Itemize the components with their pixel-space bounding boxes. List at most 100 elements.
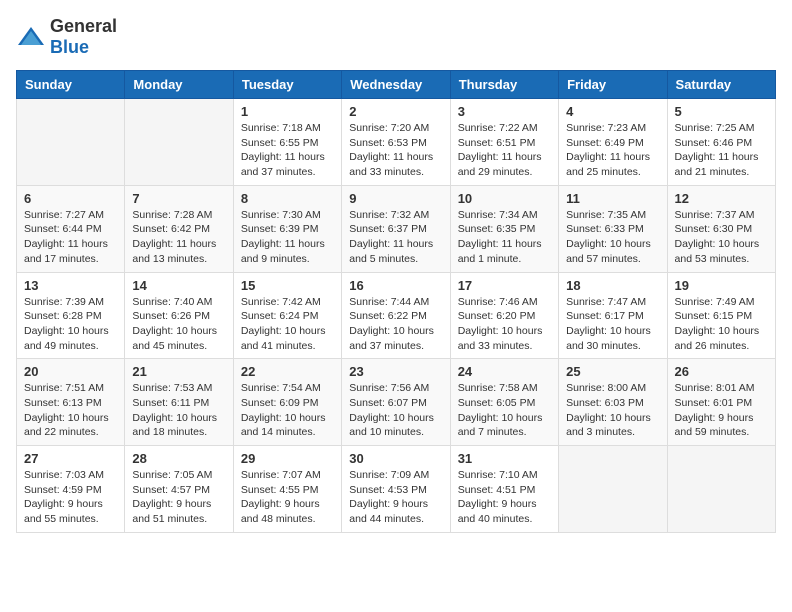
day-number: 25 (566, 364, 659, 379)
calendar-cell (17, 99, 125, 186)
day-info: Sunrise: 7:51 AM Sunset: 6:13 PM Dayligh… (24, 381, 117, 440)
calendar-cell: 11 Sunrise: 7:35 AM Sunset: 6:33 PM Dayli… (559, 185, 667, 272)
day-info: Sunrise: 7:23 AM Sunset: 6:49 PM Dayligh… (566, 121, 659, 180)
day-info: Sunrise: 7:32 AM Sunset: 6:37 PM Dayligh… (349, 208, 442, 267)
calendar-cell: 2 Sunrise: 7:20 AM Sunset: 6:53 PM Daylig… (342, 99, 450, 186)
calendar-week-1: 1 Sunrise: 7:18 AM Sunset: 6:55 PM Daylig… (17, 99, 776, 186)
day-info: Sunrise: 7:37 AM Sunset: 6:30 PM Dayligh… (675, 208, 768, 267)
calendar-cell: 5Sunrise: 7:25 AM Sunset: 6:46 PM Daylig… (667, 99, 775, 186)
day-number: 19 (675, 278, 768, 293)
day-info: Sunrise: 7:07 AM Sunset: 4:55 PM Dayligh… (241, 468, 334, 527)
calendar-week-3: 13 Sunrise: 7:39 AM Sunset: 6:28 PM Dayli… (17, 272, 776, 359)
calendar-cell: 14 Sunrise: 7:40 AM Sunset: 6:26 PM Dayli… (125, 272, 233, 359)
calendar-cell: 7 Sunrise: 7:28 AM Sunset: 6:42 PM Daylig… (125, 185, 233, 272)
day-info: Sunrise: 7:34 AM Sunset: 6:35 PM Dayligh… (458, 208, 551, 267)
calendar-cell (125, 99, 233, 186)
day-number: 10 (458, 191, 551, 206)
weekday-header-monday: Monday (125, 71, 233, 99)
calendar-cell: 27Sunrise: 7:03 AM Sunset: 4:59 PM Dayli… (17, 446, 125, 533)
calendar-cell: 23Sunrise: 7:56 AM Sunset: 6:07 PM Dayli… (342, 359, 450, 446)
weekday-header-tuesday: Tuesday (233, 71, 341, 99)
day-info: Sunrise: 7:53 AM Sunset: 6:11 PM Dayligh… (132, 381, 225, 440)
logo-text: General Blue (50, 16, 117, 58)
day-info: Sunrise: 7:30 AM Sunset: 6:39 PM Dayligh… (241, 208, 334, 267)
day-number: 18 (566, 278, 659, 293)
calendar-week-2: 6Sunrise: 7:27 AM Sunset: 6:44 PM Daylig… (17, 185, 776, 272)
day-number: 9 (349, 191, 442, 206)
day-info: Sunrise: 7:58 AM Sunset: 6:05 PM Dayligh… (458, 381, 551, 440)
calendar-cell: 15Sunrise: 7:42 AM Sunset: 6:24 PM Dayli… (233, 272, 341, 359)
day-number: 24 (458, 364, 551, 379)
calendar-cell: 18 Sunrise: 7:47 AM Sunset: 6:17 PM Dayli… (559, 272, 667, 359)
weekday-header-saturday: Saturday (667, 71, 775, 99)
day-info: Sunrise: 8:01 AM Sunset: 6:01 PM Dayligh… (675, 381, 768, 440)
calendar-cell: 4Sunrise: 7:23 AM Sunset: 6:49 PM Daylig… (559, 99, 667, 186)
day-number: 7 (132, 191, 225, 206)
day-number: 27 (24, 451, 117, 466)
day-number: 22 (241, 364, 334, 379)
day-number: 14 (132, 278, 225, 293)
header: General Blue (16, 16, 776, 58)
day-info: Sunrise: 7:18 AM Sunset: 6:55 PM Dayligh… (241, 121, 334, 180)
day-number: 31 (458, 451, 551, 466)
day-info: Sunrise: 7:22 AM Sunset: 6:51 PM Dayligh… (458, 121, 551, 180)
day-number: 11 (566, 191, 659, 206)
calendar-cell: 30Sunrise: 7:09 AM Sunset: 4:53 PM Dayli… (342, 446, 450, 533)
calendar-week-4: 20 Sunrise: 7:51 AM Sunset: 6:13 PM Dayli… (17, 359, 776, 446)
calendar: SundayMondayTuesdayWednesdayThursdayFrid… (16, 70, 776, 533)
day-number: 12 (675, 191, 768, 206)
calendar-cell (667, 446, 775, 533)
logo-blue: Blue (50, 37, 89, 57)
day-info: Sunrise: 7:35 AM Sunset: 6:33 PM Dayligh… (566, 208, 659, 267)
day-info: Sunrise: 7:44 AM Sunset: 6:22 PM Dayligh… (349, 295, 442, 354)
day-number: 20 (24, 364, 117, 379)
calendar-cell: 1 Sunrise: 7:18 AM Sunset: 6:55 PM Daylig… (233, 99, 341, 186)
calendar-cell: 10 Sunrise: 7:34 AM Sunset: 6:35 PM Dayli… (450, 185, 558, 272)
calendar-cell: 6Sunrise: 7:27 AM Sunset: 6:44 PM Daylig… (17, 185, 125, 272)
weekday-header-thursday: Thursday (450, 71, 558, 99)
calendar-cell: 9 Sunrise: 7:32 AM Sunset: 6:37 PM Daylig… (342, 185, 450, 272)
day-info: Sunrise: 7:39 AM Sunset: 6:28 PM Dayligh… (24, 295, 117, 354)
day-info: Sunrise: 7:42 AM Sunset: 6:24 PM Dayligh… (241, 295, 334, 354)
day-number: 13 (24, 278, 117, 293)
day-info: Sunrise: 7:28 AM Sunset: 6:42 PM Dayligh… (132, 208, 225, 267)
day-info: Sunrise: 7:40 AM Sunset: 6:26 PM Dayligh… (132, 295, 225, 354)
day-number: 23 (349, 364, 442, 379)
day-number: 5 (675, 104, 768, 119)
day-number: 17 (458, 278, 551, 293)
calendar-cell: 25 Sunrise: 8:00 AM Sunset: 6:03 PM Dayli… (559, 359, 667, 446)
calendar-cell: 21 Sunrise: 7:53 AM Sunset: 6:11 PM Dayli… (125, 359, 233, 446)
day-number: 29 (241, 451, 334, 466)
day-info: Sunrise: 8:00 AM Sunset: 6:03 PM Dayligh… (566, 381, 659, 440)
day-number: 21 (132, 364, 225, 379)
calendar-cell: 19 Sunrise: 7:49 AM Sunset: 6:15 PM Dayli… (667, 272, 775, 359)
calendar-header-row: SundayMondayTuesdayWednesdayThursdayFrid… (17, 71, 776, 99)
weekday-header-friday: Friday (559, 71, 667, 99)
calendar-cell: 17 Sunrise: 7:46 AM Sunset: 6:20 PM Dayli… (450, 272, 558, 359)
calendar-cell: 29 Sunrise: 7:07 AM Sunset: 4:55 PM Dayli… (233, 446, 341, 533)
calendar-cell: 3 Sunrise: 7:22 AM Sunset: 6:51 PM Daylig… (450, 99, 558, 186)
calendar-week-5: 27Sunrise: 7:03 AM Sunset: 4:59 PM Dayli… (17, 446, 776, 533)
weekday-header-wednesday: Wednesday (342, 71, 450, 99)
calendar-cell: 13 Sunrise: 7:39 AM Sunset: 6:28 PM Dayli… (17, 272, 125, 359)
day-info: Sunrise: 7:47 AM Sunset: 6:17 PM Dayligh… (566, 295, 659, 354)
day-info: Sunrise: 7:20 AM Sunset: 6:53 PM Dayligh… (349, 121, 442, 180)
calendar-cell (559, 446, 667, 533)
day-number: 2 (349, 104, 442, 119)
day-number: 3 (458, 104, 551, 119)
logo-icon (16, 25, 46, 49)
calendar-cell: 16 Sunrise: 7:44 AM Sunset: 6:22 PM Dayli… (342, 272, 450, 359)
logo: General Blue (16, 16, 117, 58)
calendar-cell: 20 Sunrise: 7:51 AM Sunset: 6:13 PM Dayli… (17, 359, 125, 446)
calendar-cell: 26Sunrise: 8:01 AM Sunset: 6:01 PM Dayli… (667, 359, 775, 446)
calendar-cell: 8Sunrise: 7:30 AM Sunset: 6:39 PM Daylig… (233, 185, 341, 272)
calendar-cell: 28Sunrise: 7:05 AM Sunset: 4:57 PM Dayli… (125, 446, 233, 533)
day-number: 16 (349, 278, 442, 293)
day-number: 1 (241, 104, 334, 119)
day-info: Sunrise: 7:46 AM Sunset: 6:20 PM Dayligh… (458, 295, 551, 354)
day-info: Sunrise: 7:49 AM Sunset: 6:15 PM Dayligh… (675, 295, 768, 354)
day-number: 30 (349, 451, 442, 466)
day-info: Sunrise: 7:10 AM Sunset: 4:51 PM Dayligh… (458, 468, 551, 527)
day-number: 28 (132, 451, 225, 466)
logo-general: General (50, 16, 117, 36)
